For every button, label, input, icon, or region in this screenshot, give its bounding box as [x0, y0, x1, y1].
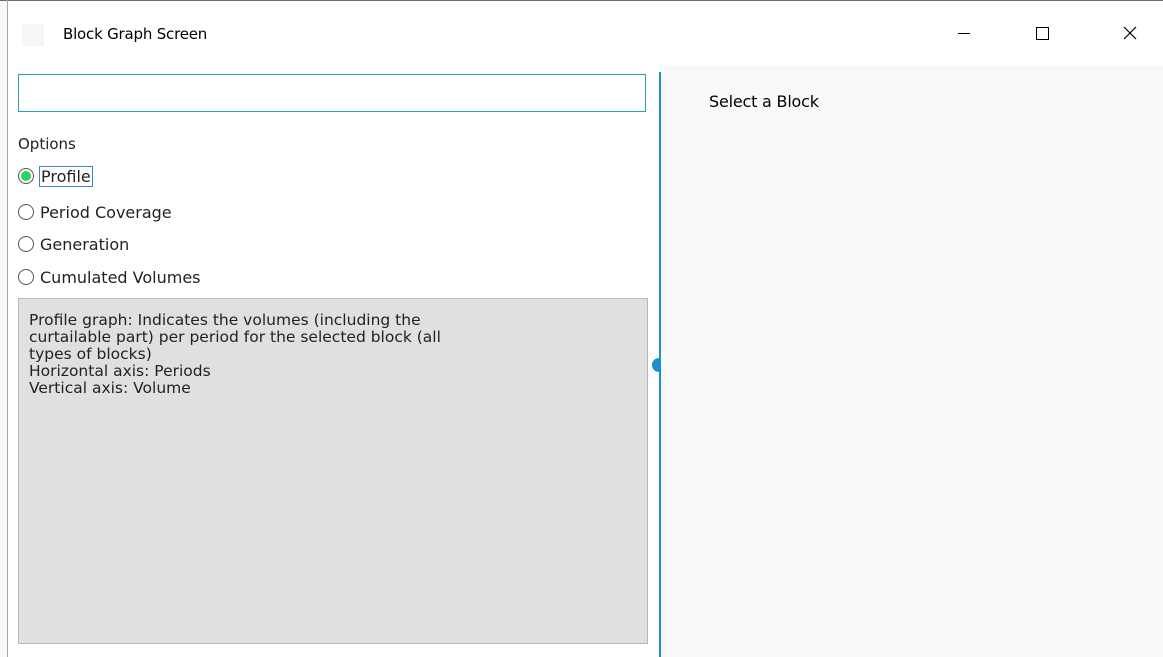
maximize-icon — [1035, 26, 1049, 40]
app-icon — [22, 24, 44, 46]
minimize-button[interactable] — [941, 1, 987, 65]
radio-label-profile: Profile — [39, 165, 93, 187]
radio-selected-icon[interactable] — [18, 168, 34, 184]
description-line: Profile graph: Indicates the volumes (in… — [29, 311, 421, 329]
description-line: curtailable part) per period for the sel… — [29, 328, 441, 346]
radio-option-period-coverage[interactable]: Period Coverage — [18, 201, 172, 223]
minimize-icon — [958, 32, 970, 34]
radio-option-cumulated-volumes[interactable]: Cumulated Volumes — [18, 266, 201, 288]
graph-pane: Select a Block — [661, 65, 1163, 657]
close-icon — [1123, 26, 1137, 40]
select-block-message: Select a Block — [709, 92, 819, 111]
window-title: Block Graph Screen — [63, 25, 208, 43]
graph-description: Profile graph: Indicates the volumes (in… — [18, 298, 648, 644]
radio-option-generation[interactable]: Generation — [18, 233, 129, 255]
description-line: types of blocks) — [29, 345, 152, 363]
title-bar[interactable]: Block Graph Screen — [8, 1, 1163, 65]
radio-unselected-icon[interactable] — [18, 269, 34, 285]
radio-unselected-icon[interactable] — [18, 236, 34, 252]
description-line: Vertical axis: Volume — [29, 379, 191, 397]
radio-label-period-coverage: Period Coverage — [40, 202, 172, 222]
description-line: Horizontal axis: Periods — [29, 362, 211, 380]
options-label: Options — [18, 135, 76, 153]
block-graph-window: Block Graph Screen Options Profile Perio… — [0, 0, 1163, 657]
left-pane: Options Profile Period Coverage Generati… — [8, 65, 659, 657]
radio-unselected-icon[interactable] — [18, 204, 34, 220]
radio-label-generation: Generation — [40, 234, 130, 254]
close-button[interactable] — [1107, 1, 1153, 65]
maximize-button[interactable] — [1019, 1, 1065, 65]
radio-label-cumulated-volumes: Cumulated Volumes — [40, 267, 201, 287]
radio-option-profile[interactable]: Profile — [18, 165, 93, 187]
block-search-input[interactable] — [18, 74, 646, 112]
